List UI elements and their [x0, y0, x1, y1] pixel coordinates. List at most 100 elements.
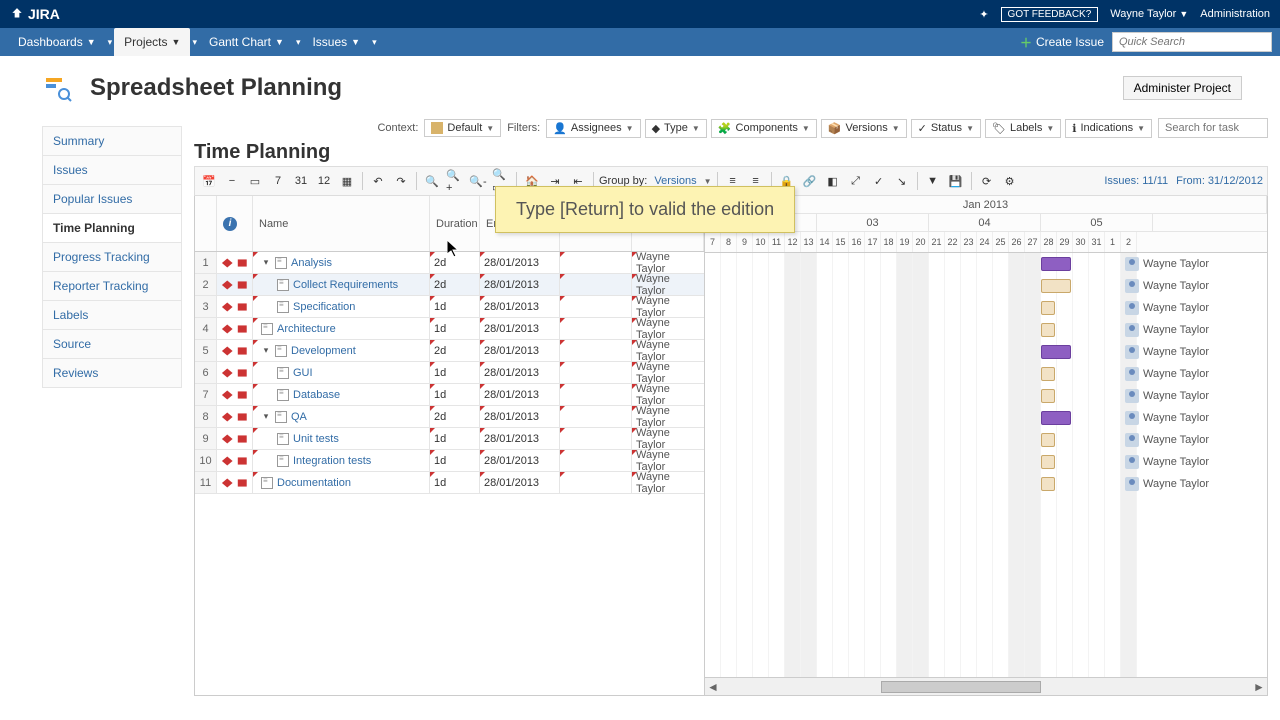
assignee-cell[interactable]: Wayne Taylor — [632, 340, 704, 361]
nav-dashboards[interactable]: Dashboards ▼ — [8, 28, 106, 56]
user-menu[interactable]: Wayne Taylor ▼ — [1110, 8, 1188, 20]
table-row[interactable]: 2Collect Requirements2d28/01/2013Wayne T… — [195, 274, 704, 296]
gantt-bar[interactable] — [1041, 411, 1071, 425]
gantt-row[interactable]: Wayne Taylor — [705, 407, 1267, 429]
gantt-row[interactable]: Wayne Taylor — [705, 253, 1267, 275]
filter-type[interactable]: ◆Type▼ — [645, 119, 707, 138]
task-name-cell[interactable]: Specification — [253, 296, 430, 317]
horizontal-scrollbar[interactable]: ◄ ► — [705, 677, 1267, 695]
task-link[interactable]: Collect Requirements — [293, 279, 398, 291]
table-row[interactable]: 4Architecture1d28/01/2013Wayne Taylor — [195, 318, 704, 340]
duration-cell[interactable]: 1d — [430, 472, 480, 493]
expand-icon[interactable]: ⤢ — [846, 171, 866, 191]
sidebar-item-labels[interactable]: Labels — [42, 301, 182, 330]
end-cell[interactable]: 28/01/2013 — [480, 274, 560, 295]
sidebar-item-reporter-tracking[interactable]: Reporter Tracking — [42, 272, 182, 301]
zoom-fit-icon[interactable]: 🔍 — [422, 171, 442, 191]
task-name-cell[interactable]: Architecture — [253, 318, 430, 339]
view-365-icon[interactable]: ▦ — [337, 171, 357, 191]
filter-assignees[interactable]: 👤Assignees▼ — [546, 119, 640, 138]
assignee-cell[interactable]: Wayne Taylor — [632, 318, 704, 339]
predecessors-cell[interactable] — [560, 252, 632, 273]
task-name-cell[interactable]: ▾ Development — [253, 340, 430, 361]
end-cell[interactable]: 28/01/2013 — [480, 362, 560, 383]
jira-logo[interactable]: JIRA — [10, 6, 60, 22]
nav-split-1[interactable]: ▾ — [190, 28, 199, 56]
sidebar-item-progress-tracking[interactable]: Progress Tracking — [42, 243, 182, 272]
view-31-icon[interactable]: 31 — [291, 171, 311, 191]
task-link[interactable]: GUI — [293, 367, 313, 379]
task-name-cell[interactable]: Collect Requirements — [253, 274, 430, 295]
duration-cell[interactable]: 2d — [430, 274, 480, 295]
table-row[interactable]: 10Integration tests1d28/01/2013Wayne Tay… — [195, 450, 704, 472]
feedback-link[interactable]: GOT FEEDBACK? — [1001, 7, 1099, 22]
scroll-right-arrow[interactable]: ► — [1251, 680, 1267, 694]
nav-issues[interactable]: Issues ▼ — [302, 28, 370, 56]
link-icon[interactable]: 🔗 — [800, 171, 820, 191]
predecessors-cell[interactable] — [560, 318, 632, 339]
task-name-cell[interactable]: Documentation — [253, 472, 430, 493]
zoom-in-icon[interactable]: 🔍+ — [445, 171, 465, 191]
task-search-input[interactable] — [1158, 118, 1268, 138]
col-name[interactable]: Name — [253, 196, 430, 251]
nav-split-3[interactable]: ▾ — [370, 28, 379, 56]
task-name-cell[interactable]: Unit tests — [253, 428, 430, 449]
predecessors-cell[interactable] — [560, 450, 632, 471]
gantt-bar[interactable] — [1041, 367, 1055, 381]
sidebar-item-issues[interactable]: Issues — [42, 156, 182, 185]
gantt-row[interactable]: Wayne Taylor — [705, 341, 1267, 363]
gantt-bar[interactable] — [1041, 389, 1055, 403]
filter-indications[interactable]: ℹIndications▼ — [1065, 119, 1152, 138]
nav-gantt-chart[interactable]: Gantt Chart ▼ — [199, 28, 294, 56]
gantt-row[interactable]: Wayne Taylor — [705, 473, 1267, 495]
filter-status[interactable]: ✓Status▼ — [911, 119, 981, 138]
predecessors-cell[interactable] — [560, 406, 632, 427]
task-link[interactable]: QA — [291, 411, 307, 423]
gantt-bar[interactable] — [1041, 323, 1055, 337]
settings-icon[interactable]: ⚙ — [1000, 171, 1020, 191]
table-row[interactable]: 7Database1d28/01/2013Wayne Taylor — [195, 384, 704, 406]
gantt-bar[interactable] — [1041, 301, 1055, 315]
duration-cell[interactable]: 2d — [430, 406, 480, 427]
sidebar-item-popular-issues[interactable]: Popular Issues — [42, 185, 182, 214]
calendar-icon[interactable]: 📅 — [199, 171, 219, 191]
task-link[interactable]: Development — [291, 345, 356, 357]
gantt-row[interactable]: Wayne Taylor — [705, 451, 1267, 473]
end-cell[interactable]: 28/01/2013 — [480, 340, 560, 361]
gantt-row[interactable]: Wayne Taylor — [705, 385, 1267, 407]
save-icon[interactable]: 💾 — [946, 171, 966, 191]
predecessors-cell[interactable] — [560, 340, 632, 361]
table-row[interactable]: 9Unit tests1d28/01/2013Wayne Taylor — [195, 428, 704, 450]
assignee-cell[interactable]: Wayne Taylor — [632, 252, 704, 273]
assignee-cell[interactable]: Wayne Taylor — [632, 362, 704, 383]
administration-link[interactable]: Administration — [1200, 8, 1270, 20]
gantt-bar[interactable] — [1041, 455, 1055, 469]
duration-cell[interactable]: 1d — [430, 318, 480, 339]
task-name-cell[interactable]: GUI — [253, 362, 430, 383]
duration-cell[interactable]: 1d — [430, 384, 480, 405]
task-name-cell[interactable]: ▾QA — [253, 406, 430, 427]
check-icon[interactable]: ✓ — [869, 171, 889, 191]
quick-search-input[interactable] — [1112, 32, 1272, 52]
gantt-row[interactable]: Wayne Taylor — [705, 319, 1267, 341]
predecessors-cell[interactable] — [560, 428, 632, 449]
end-cell[interactable]: 28/01/2013 — [480, 252, 560, 273]
scroll-left-arrow[interactable]: ◄ — [705, 680, 721, 694]
task-link[interactable]: Specification — [293, 301, 355, 313]
task-link[interactable]: Analysis — [291, 257, 332, 269]
gantt-bar[interactable] — [1041, 477, 1055, 491]
gantt-row[interactable]: Wayne Taylor — [705, 363, 1267, 385]
tree-toggle-icon[interactable]: ▾ — [261, 346, 271, 356]
context-dropdown[interactable]: Default▼ — [424, 119, 501, 137]
zoom-out-icon[interactable]: 🔍- — [468, 171, 488, 191]
end-cell[interactable]: 28/01/2013 — [480, 450, 560, 471]
table-row[interactable]: 5▾Development2d28/01/2013Wayne Taylor — [195, 340, 704, 362]
duration-cell[interactable]: 2d — [430, 340, 480, 361]
predecessors-cell[interactable] — [560, 362, 632, 383]
duration-cell[interactable]: 1d — [430, 450, 480, 471]
nav-split-2[interactable]: ▾ — [294, 28, 303, 56]
end-cell[interactable]: 28/01/2013 — [480, 318, 560, 339]
nav-split-0[interactable]: ▾ — [106, 28, 115, 56]
filter-versions[interactable]: 📦Versions▼ — [821, 119, 907, 138]
gantt-row[interactable]: Wayne Taylor — [705, 297, 1267, 319]
